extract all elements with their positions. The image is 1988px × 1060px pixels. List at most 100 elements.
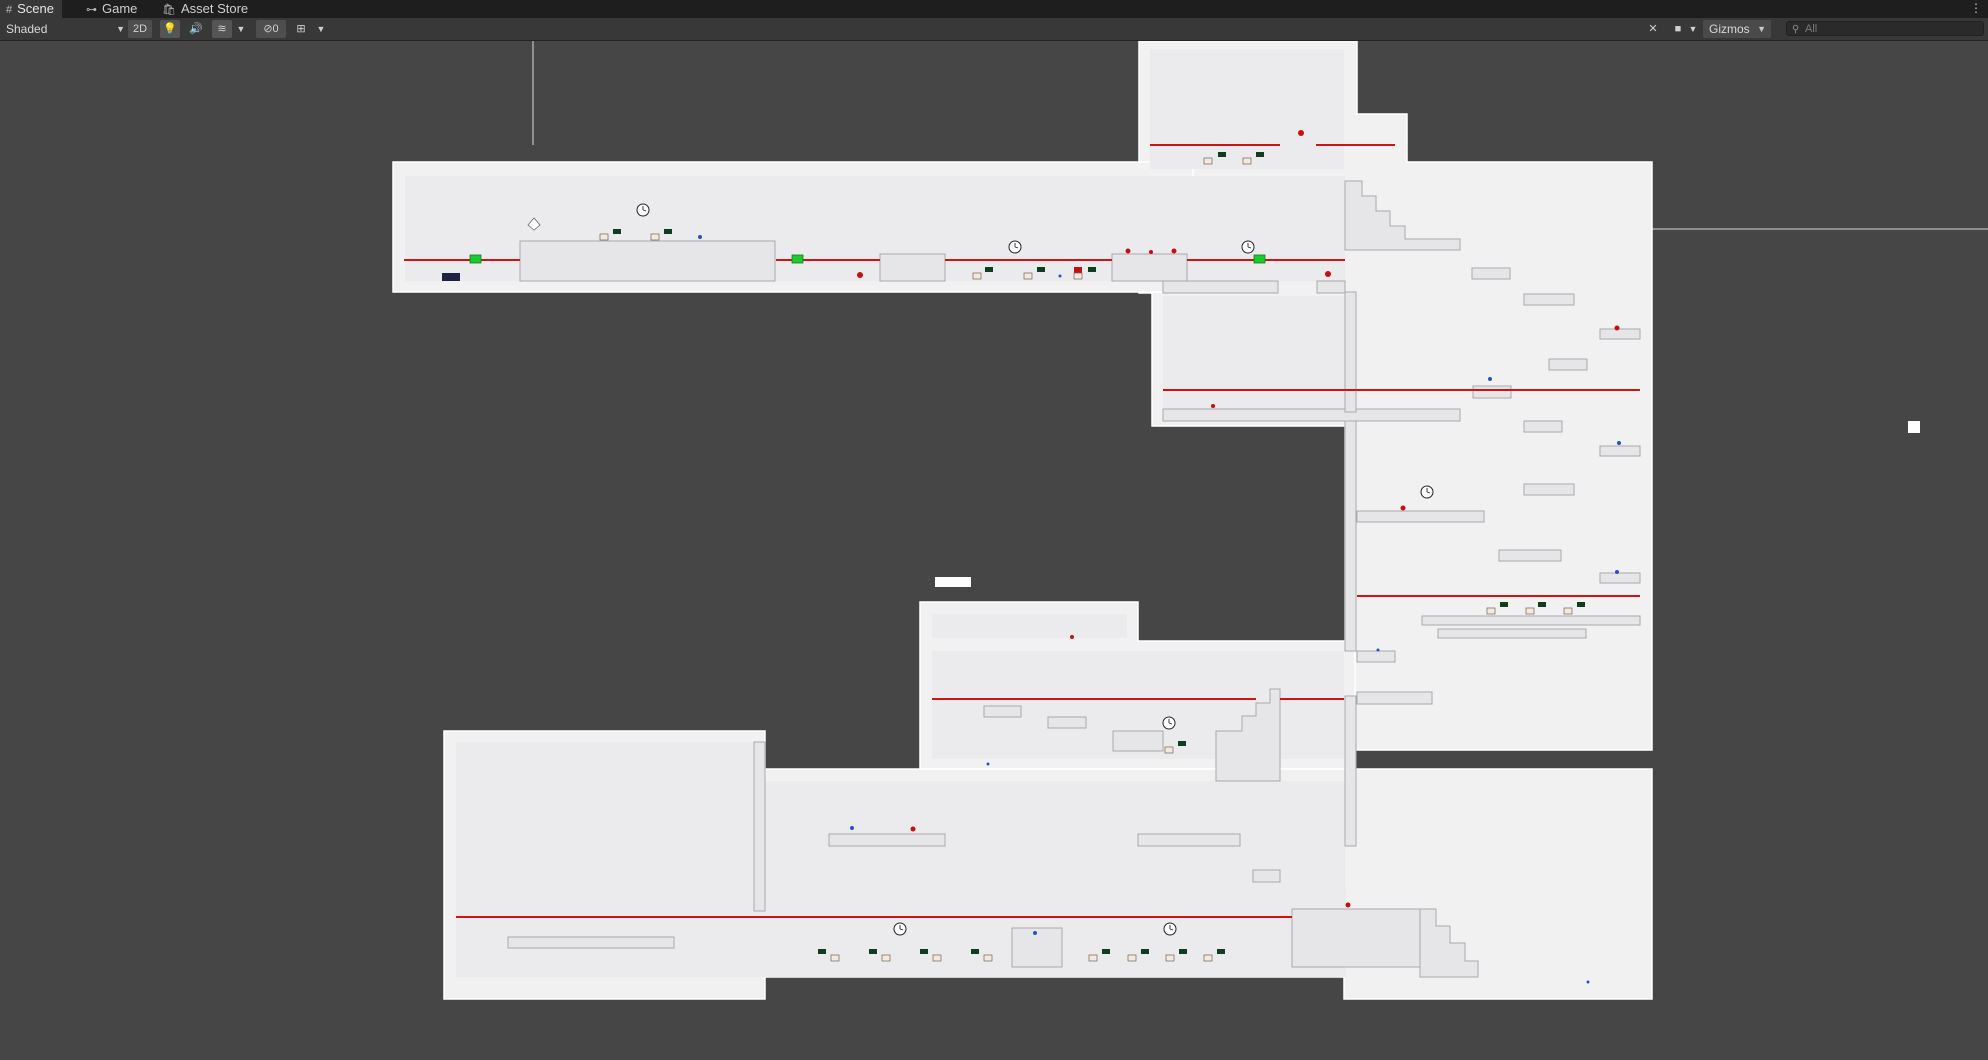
crate-icon (881, 954, 891, 962)
lighting-toggle-icon[interactable]: 💡 (160, 20, 180, 38)
camera-dropdown-chevron-icon[interactable]: ▼ (1687, 20, 1699, 38)
tab-game[interactable]: ⊶ Game (80, 0, 145, 18)
terminal-icon (664, 229, 672, 234)
camera-icon[interactable]: ■ (1669, 20, 1687, 38)
blue-marker-icon (986, 762, 990, 766)
platform (1523, 483, 1575, 496)
crate-icon (1203, 157, 1213, 165)
hidden-objects-toggle[interactable]: ⊘0 (256, 20, 286, 38)
chevron-down-icon: ▼ (1757, 24, 1766, 34)
scene-viewport[interactable] (0, 41, 1988, 1060)
chevron-down-icon: ▼ (116, 24, 125, 34)
terminal-icon (1218, 152, 1226, 157)
crate-icon (1073, 272, 1083, 280)
platform (879, 253, 946, 282)
enemy-icon (1149, 250, 1153, 254)
crate-icon (1525, 607, 1535, 615)
draw-mode-dropdown[interactable]: Shaded ▼ (0, 20, 130, 38)
crate-icon (1165, 954, 1175, 962)
timer-clock-icon (1163, 922, 1177, 936)
enemy-icon (910, 826, 916, 832)
terminal-icon (920, 949, 928, 954)
tab-asset-store[interactable]: 🛍 Asset Store (156, 0, 256, 18)
platform (1112, 730, 1164, 752)
gizmos-dropdown[interactable]: Gizmos ▼ (1703, 20, 1771, 38)
wall-segment (1344, 291, 1357, 413)
enemy-icon (1125, 248, 1131, 254)
platform (1252, 869, 1281, 883)
terminal-icon (613, 229, 621, 234)
more-options-icon[interactable]: ⋮ (1970, 1, 1982, 15)
terminal-icon (1178, 741, 1186, 746)
gizmos-label: Gizmos (1709, 22, 1750, 36)
terminal-icon (1088, 267, 1096, 272)
terminal-icon (985, 267, 993, 272)
platform (507, 936, 675, 949)
audio-toggle-icon[interactable]: 🔊 (186, 20, 206, 38)
terminal-icon (1577, 602, 1585, 607)
toggle-2d-label: 2D (132, 23, 148, 35)
wall-segment (1344, 695, 1357, 847)
timer-clock-icon (1241, 240, 1255, 254)
blue-marker-icon (1615, 570, 1619, 574)
hierarchy-search-input[interactable]: ⚲ All (1786, 21, 1984, 36)
timer-clock-icon (1420, 485, 1434, 499)
blue-marker-icon (1376, 648, 1380, 652)
terminal-icon (818, 949, 826, 954)
toggle-2d-button[interactable]: 2D (128, 20, 152, 38)
enemy-icon (1211, 404, 1215, 408)
checkpoint-icon (1253, 254, 1266, 264)
enemy-icon (1171, 248, 1177, 254)
checkpoint-icon (791, 254, 804, 264)
tools-crossed-icon[interactable]: ✕ (1643, 20, 1663, 38)
room-floor (456, 742, 754, 887)
wall-segment (1344, 420, 1357, 652)
terminal-icon (1141, 949, 1149, 954)
crate-icon (1203, 954, 1213, 962)
terminal-icon (1217, 949, 1225, 954)
enemy-icon (1298, 130, 1304, 136)
platform (1421, 615, 1641, 626)
editor-tab-bar: # Scene ⊶ Game 🛍 Asset Store ⋮ (0, 0, 1988, 18)
store-bag-icon: 🛍 (162, 4, 176, 16)
crate-icon (830, 954, 840, 962)
room-floor (1163, 296, 1348, 416)
scene-grid-icon: # (6, 4, 13, 16)
crate-icon (1486, 607, 1496, 615)
platform (1111, 253, 1188, 282)
room-floor (932, 614, 1127, 638)
blue-marker-icon (1617, 441, 1621, 445)
draw-mode-label: Shaded (6, 22, 48, 36)
scene-toolbar: Shaded ▼ 2D 💡 🔊 ≋ ▼ ⊘0 ⊞ ▼ ✕ ■ ▼ Gizmos … (0, 18, 1988, 41)
crate-icon (1127, 954, 1137, 962)
enemy-icon (1070, 635, 1074, 639)
grid-dropdown-chevron-icon[interactable]: ▼ (314, 20, 328, 38)
platform (1523, 293, 1575, 306)
crate-icon (1023, 272, 1033, 280)
terminal-icon (1256, 152, 1264, 157)
scene-camera-marker-icon[interactable] (1908, 421, 1920, 433)
platform (1047, 716, 1087, 729)
platform (1437, 628, 1587, 639)
hidden-count: 0 (272, 23, 279, 35)
terminal-icon (1037, 267, 1045, 272)
player-spawn-icon (442, 273, 460, 281)
platform (1162, 280, 1279, 294)
effects-dropdown-chevron-icon[interactable]: ▼ (234, 20, 248, 38)
platform (1356, 650, 1396, 663)
tab-scene-label: Scene (17, 1, 54, 16)
tab-scene[interactable]: # Scene (0, 0, 62, 18)
blue-marker-icon (1058, 274, 1062, 278)
terminal-icon (1538, 602, 1546, 607)
platform (1548, 358, 1588, 371)
platform (828, 833, 946, 847)
level-scene[interactable] (0, 41, 1988, 1060)
terminal-icon (1500, 602, 1508, 607)
terminal-icon (1102, 949, 1110, 954)
grid-toggle-icon[interactable]: ⊞ (292, 20, 310, 38)
platform (1316, 280, 1346, 294)
effects-layers-icon[interactable]: ≋ (212, 20, 232, 38)
platform (519, 240, 776, 282)
blue-marker-icon (1586, 980, 1590, 984)
enemy-icon (1614, 325, 1620, 331)
